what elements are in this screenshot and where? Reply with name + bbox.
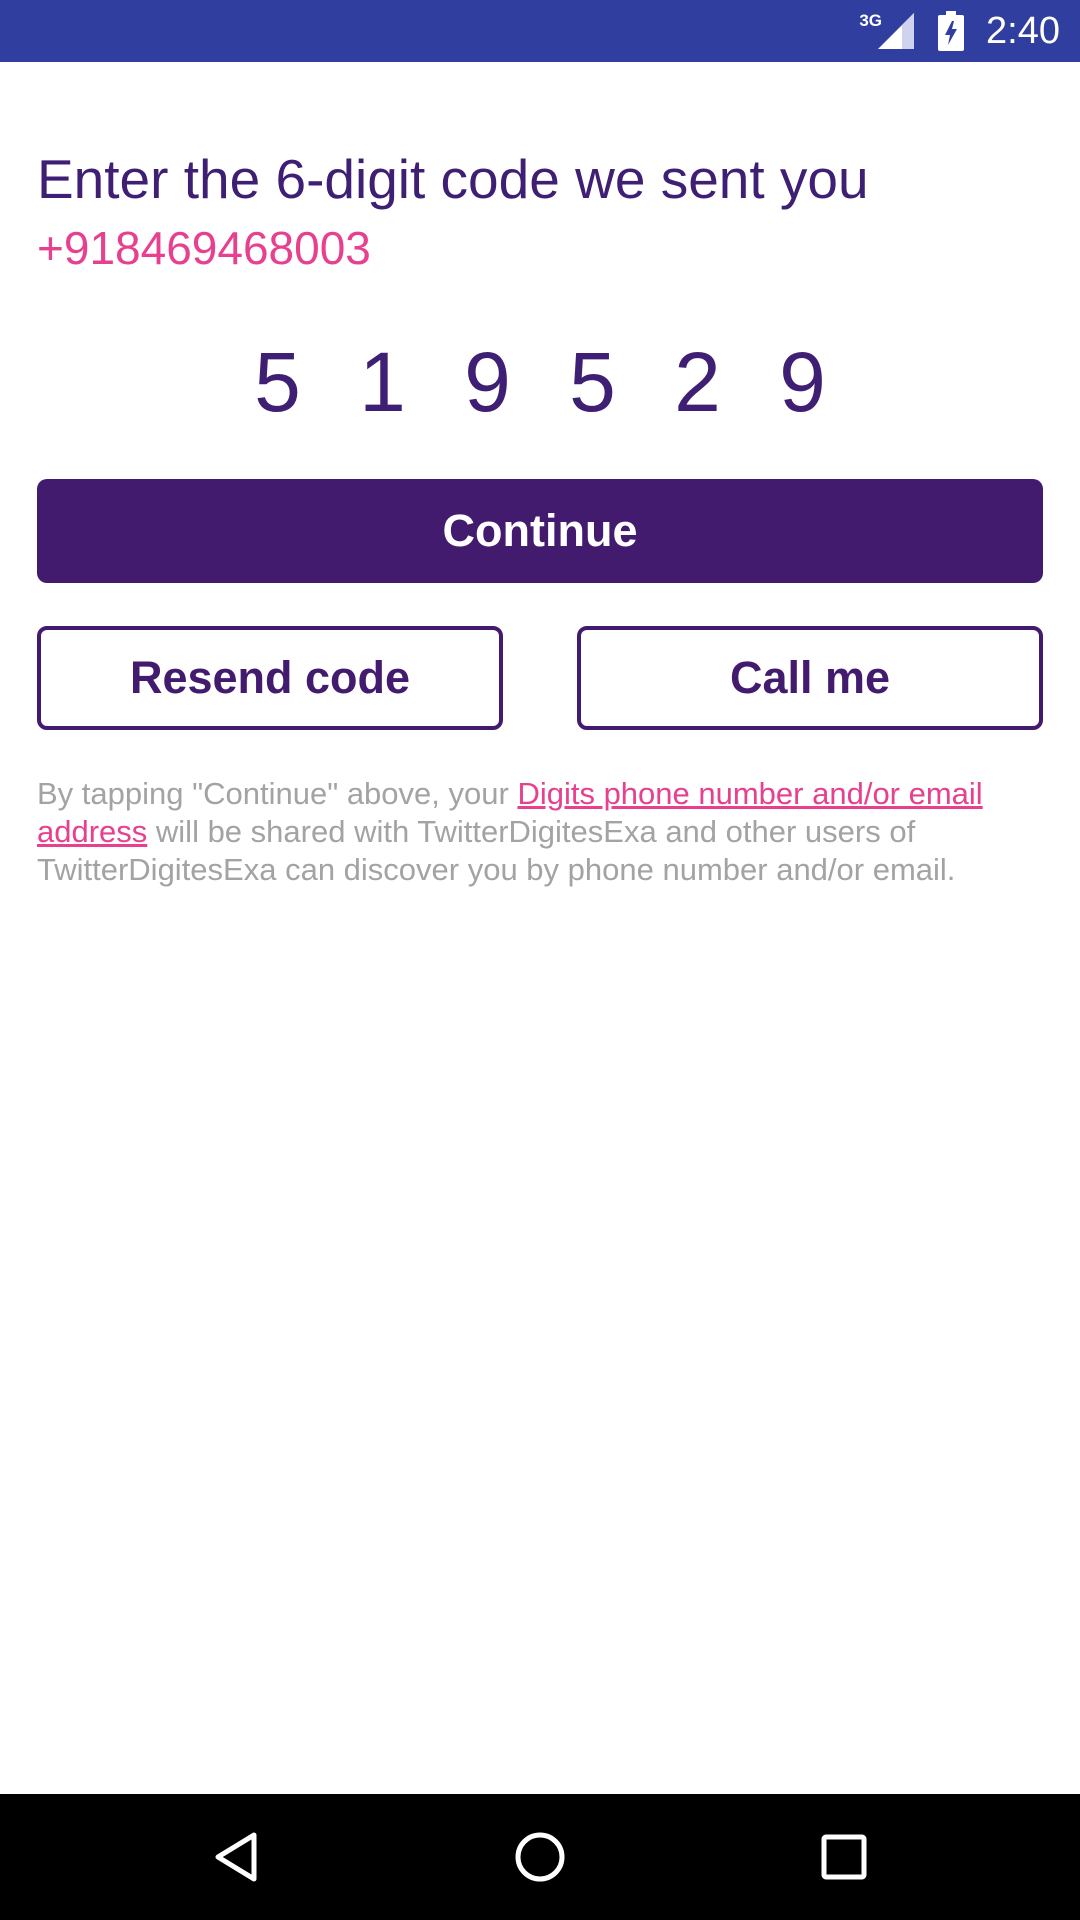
home-icon <box>515 1832 565 1882</box>
code-digit[interactable]: 1 <box>330 332 435 432</box>
code-digit[interactable]: 9 <box>435 332 540 432</box>
disclaimer-suffix: will be shared with TwitterDigitesExa an… <box>37 814 956 887</box>
code-digit[interactable]: 9 <box>750 332 855 432</box>
disclaimer-text: By tapping "Continue" above, your Digits… <box>37 775 1043 889</box>
back-button[interactable] <box>206 1827 266 1887</box>
signal-icon <box>878 13 915 49</box>
continue-button[interactable]: Continue <box>37 479 1043 583</box>
network-type-label: 3G <box>859 11 883 30</box>
phone-number: +918469468003 <box>37 222 371 274</box>
status-bar: 3G 2:40 <box>0 0 1080 62</box>
page-title: Enter the 6-digit code we sent you <box>37 148 869 210</box>
clock: 2:40 <box>986 9 1060 52</box>
code-digit[interactable]: 5 <box>540 332 645 432</box>
status-icons: 3G 2:40 <box>859 0 1060 62</box>
code-digit[interactable]: 5 <box>225 332 330 432</box>
home-button[interactable] <box>510 1827 570 1887</box>
recents-button[interactable] <box>814 1827 874 1887</box>
code-digit[interactable]: 2 <box>645 332 750 432</box>
navigation-bar <box>0 1794 1080 1920</box>
disclaimer-prefix: By tapping "Continue" above, your <box>37 776 518 811</box>
back-icon <box>215 1832 257 1882</box>
verification-screen: 3G 2:40 Enter the 6-digit code we sent y… <box>0 0 1080 1920</box>
recents-icon <box>821 1834 867 1880</box>
call-me-button[interactable]: Call me <box>577 626 1043 730</box>
battery-charging-icon <box>938 11 965 51</box>
resend-code-button[interactable]: Resend code <box>37 626 503 730</box>
code-input[interactable]: 5 1 9 5 2 9 <box>37 332 1043 432</box>
